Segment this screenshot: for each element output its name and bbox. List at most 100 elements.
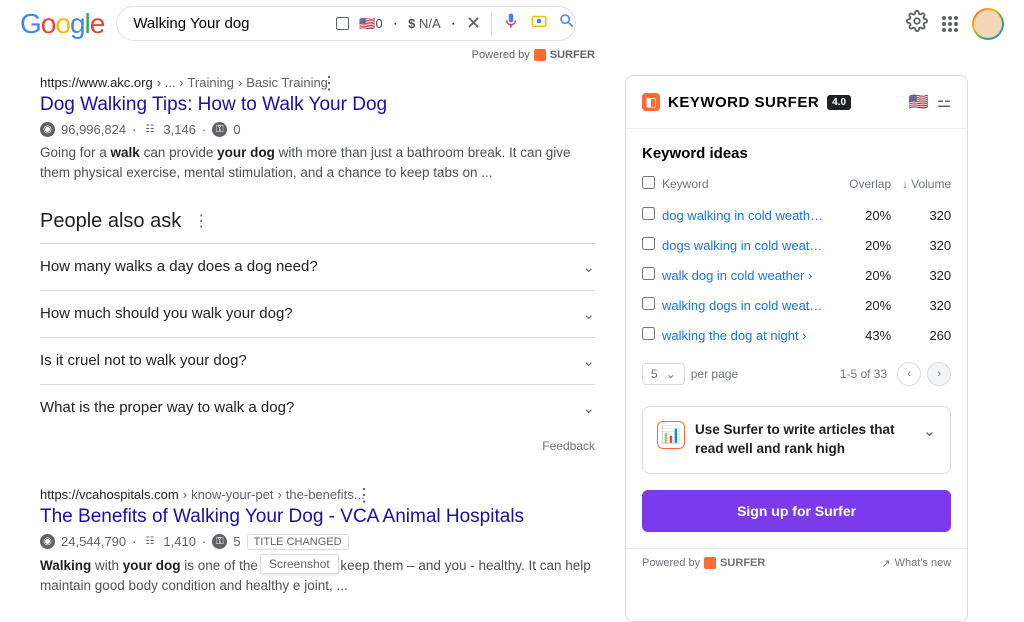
per-page-label: per page [691, 367, 738, 381]
external-link-icon: ↗ [881, 557, 890, 570]
keyword-surfer-panel: ◧ KEYWORD SURFER 4.0 🇺🇸 ⚍ Keyword ideas … [625, 75, 968, 622]
chevron-down-icon: ⌄ [923, 421, 936, 441]
col-keyword: Keyword [662, 177, 831, 191]
keyword-link[interactable]: dog walking in cold weath… [662, 208, 831, 223]
overlap-value: 20% [831, 268, 891, 283]
keyword-link[interactable]: walk dog in cold weather › [662, 268, 831, 283]
result-title-link[interactable]: The Benefits of Walking Your Dog - VCA A… [40, 506, 595, 528]
result-url-path: https://www.akc.org › ... › Training › B… [40, 75, 595, 90]
overlap-value: 20% [831, 238, 891, 253]
bars-icon: ☷ [142, 122, 157, 137]
globe-icon: ◉ [40, 122, 55, 137]
ks-logo-icon: ◧ [642, 93, 660, 111]
keyword-link[interactable]: dogs walking in cold weat… [662, 238, 831, 253]
title-changed-badge: TITLE CHANGED [247, 534, 349, 550]
volume-value: 320 [891, 208, 951, 223]
ki-title: Keyword ideas [642, 145, 951, 162]
overlap-value: 43% [831, 328, 891, 343]
camera-icon[interactable] [530, 12, 548, 35]
apps-icon[interactable] [942, 16, 958, 32]
surfer-logo-icon [534, 49, 546, 61]
result-menu-icon[interactable]: ⋮ [355, 485, 373, 506]
next-page-button[interactable]: › [927, 362, 951, 386]
col-overlap[interactable]: Overlap [831, 177, 891, 191]
chevron-down-icon: ⌄ [666, 367, 676, 381]
paa-question[interactable]: What is the proper way to walk a dog?⌄ [40, 384, 595, 431]
page-range: 1-5 of 33 [840, 367, 887, 381]
promo-icon: 📊 [657, 421, 685, 449]
ks-title: KEYWORD SURFER [668, 94, 819, 111]
ki-row: walk dog in cold weather › 20% 320 [642, 260, 951, 290]
row-checkbox[interactable] [642, 207, 655, 220]
us-flag-icon[interactable]: 🇺🇸 [909, 92, 929, 112]
ki-row: dogs walking in cold weat… 20% 320 [642, 230, 951, 260]
paa-question[interactable]: How many walks a day does a dog need?⌄ [40, 243, 595, 290]
chevron-down-icon: ⌄ [582, 258, 595, 276]
ks-menu-icon[interactable]: ⚍ [937, 92, 951, 112]
result-stats: ◉ 24,544,790 · ☷ 1,410 · ⚿ 5 TITLE CHANG… [40, 534, 595, 550]
row-checkbox[interactable] [642, 327, 655, 340]
search-input[interactable] [129, 11, 336, 36]
keyword-link[interactable]: walking dogs in cold weat… [662, 298, 831, 313]
overlap-value: 20% [831, 298, 891, 313]
search-flag-stat: 🇺🇸 0 [359, 16, 382, 32]
dot-sep: · [393, 15, 398, 33]
bars-icon: ☷ [142, 534, 157, 549]
row-checkbox[interactable] [642, 237, 655, 250]
keyword-link[interactable]: walking the dog at night › [662, 328, 831, 343]
clear-search-icon[interactable]: ✕ [466, 13, 481, 34]
people-also-ask: People also ask ⋮ How many walks a day d… [40, 210, 595, 461]
overlap-value: 20% [831, 208, 891, 223]
per-page-select[interactable]: 5⌄ [642, 363, 685, 385]
globe-icon: ◉ [40, 534, 55, 549]
signup-button[interactable]: Sign up for Surfer [642, 490, 951, 532]
chevron-down-icon: ⌄ [582, 305, 595, 323]
gear-icon[interactable] [906, 10, 928, 37]
search-result: https://vcahospitals.com › know-your-pet… [40, 487, 595, 597]
search-square-icon[interactable] [336, 17, 349, 30]
row-checkbox[interactable] [642, 267, 655, 280]
paa-feedback-link[interactable]: Feedback [40, 431, 595, 461]
ks-version-badge: 4.0 [827, 95, 851, 110]
paa-question[interactable]: Is it cruel not to walk your dog?⌄ [40, 337, 595, 384]
result-snippet: Going for a walk can provide your dog wi… [40, 143, 595, 184]
volume-value: 260 [891, 328, 951, 343]
result-title-link[interactable]: Dog Walking Tips: How to Walk Your Dog [40, 94, 595, 116]
ki-row: dog walking in cold weath… 20% 320 [642, 200, 951, 230]
whats-new-link[interactable]: ↗ What's new [881, 557, 951, 570]
volume-value: 320 [891, 238, 951, 253]
ki-row: walking dogs in cold weat… 20% 320 [642, 290, 951, 320]
surfer-logo-icon [704, 557, 716, 569]
avatar[interactable] [972, 8, 1004, 40]
surfer-promo[interactable]: 📊 Use Surfer to write articles that read… [642, 406, 951, 474]
prev-page-button[interactable]: ‹ [897, 362, 921, 386]
result-stats: ◉ 96,996,824 · ☷ 3,146 · ⚿ 0 [40, 122, 595, 137]
ki-pagination: 5⌄ per page 1-5 of 33 ‹ › [642, 350, 951, 390]
promo-text: Use Surfer to write articles that read w… [695, 421, 913, 459]
paa-title: People also ask [40, 210, 181, 233]
divider [491, 13, 492, 35]
key-icon: ⚿ [212, 122, 227, 137]
select-all-checkbox[interactable] [642, 176, 655, 189]
tooltip: Screenshot [260, 554, 339, 574]
dot-sep: · [451, 15, 456, 33]
volume-value: 320 [891, 268, 951, 283]
search-button-icon[interactable] [558, 12, 576, 35]
key-icon: ⚿ [212, 534, 227, 549]
col-volume[interactable]: ↓Volume [891, 177, 951, 191]
result-url-path: https://vcahospitals.com › know-your-pet… [40, 487, 595, 502]
paa-menu-icon[interactable]: ⋮ [193, 211, 209, 231]
google-logo[interactable]: Google [20, 8, 104, 40]
mic-icon[interactable] [502, 12, 520, 35]
chevron-down-icon: ⌄ [582, 399, 595, 417]
paa-question[interactable]: How much should you walk your dog?⌄ [40, 290, 595, 337]
result-menu-icon[interactable]: ⋮ [320, 73, 338, 94]
volume-value: 320 [891, 298, 951, 313]
search-bar: 🇺🇸 0 · $ N/A · ✕ [116, 6, 576, 41]
ki-row: walking the dog at night › 43% 260 [642, 320, 951, 350]
row-checkbox[interactable] [642, 297, 655, 310]
footer-brand: Powered by SURFER [642, 557, 765, 569]
powered-by-label: Powered by SURFER [155, 47, 595, 63]
search-result: https://www.akc.org › ... › Training › B… [40, 75, 595, 184]
search-dollar-stat: $ N/A [408, 16, 441, 31]
